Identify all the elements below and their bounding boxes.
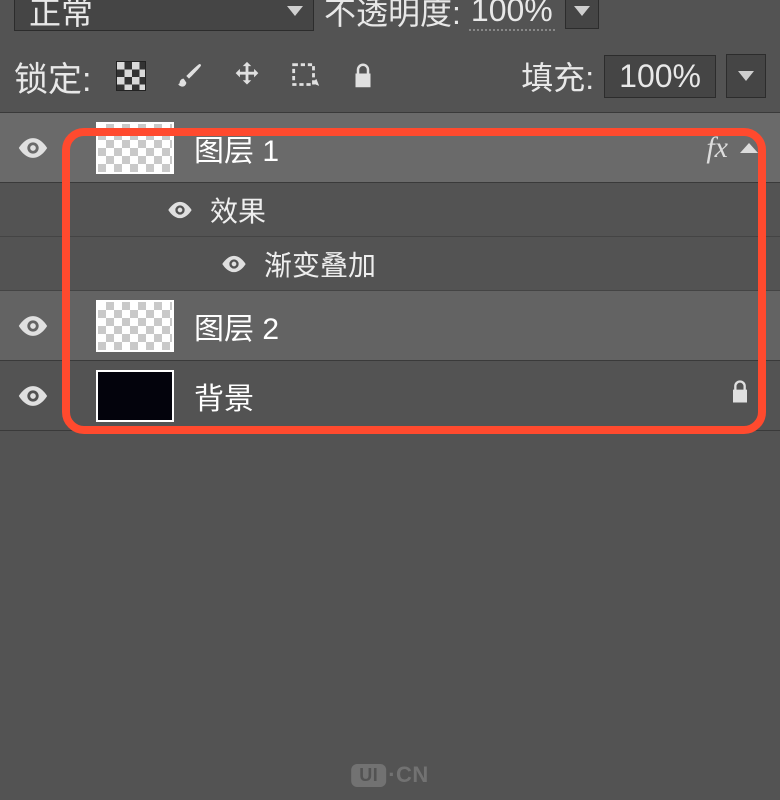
layer-lock-indicator[interactable]: [726, 378, 754, 414]
layer-row[interactable]: 图层 2: [0, 291, 780, 361]
layer-thumbnail[interactable]: [96, 300, 174, 352]
layer-name[interactable]: 图层 1: [194, 126, 706, 170]
lock-transparent-button[interactable]: [113, 58, 149, 94]
opacity-label: 不透明度:: [324, 0, 461, 34]
layer-row[interactable]: 图层 1 fx: [0, 113, 780, 183]
brush-icon: [173, 60, 205, 92]
fill-stepper[interactable]: [726, 54, 766, 98]
lock-image-button[interactable]: [171, 58, 207, 94]
fx-badge[interactable]: fx: [706, 131, 728, 165]
layer-row[interactable]: 背景: [0, 361, 780, 431]
layer-name[interactable]: 图层 2: [194, 304, 780, 348]
layer-thumbnail[interactable]: [96, 122, 174, 174]
lock-icon: [348, 61, 378, 91]
eye-icon: [16, 131, 50, 165]
layers-panel: 正常 不透明度: 100% 锁定: 填充:: [0, 0, 780, 800]
opacity-stepper[interactable]: [565, 0, 599, 29]
fill-value[interactable]: 100%: [604, 55, 716, 98]
lock-label: 锁定:: [14, 52, 91, 101]
move-icon: [230, 59, 264, 93]
effects-label: 效果: [210, 190, 266, 230]
visibility-toggle[interactable]: [0, 131, 66, 165]
eye-icon: [16, 309, 50, 343]
lock-artboard-button[interactable]: [287, 58, 323, 94]
chevron-down-icon: [574, 6, 590, 16]
chevron-down-icon: [287, 6, 303, 16]
eye-icon: [16, 379, 50, 413]
blend-mode-value: 正常: [29, 0, 93, 34]
visibility-toggle[interactable]: [0, 309, 66, 343]
fill-section: 填充: 100%: [521, 53, 766, 99]
lock-icon: [726, 378, 754, 406]
layer-list: 图层 1 fx 效果 渐变叠加 图层 2: [0, 112, 780, 431]
checker-icon: [116, 61, 146, 91]
eye-icon[interactable]: [166, 196, 194, 224]
lock-position-button[interactable]: [229, 58, 265, 94]
effects-header-row[interactable]: 效果: [0, 183, 780, 237]
layer-name[interactable]: 背景: [194, 374, 726, 418]
blend-mode-dropdown[interactable]: 正常: [14, 0, 314, 31]
lock-all-button[interactable]: [345, 58, 381, 94]
opacity-section: 不透明度: 100%: [324, 0, 555, 34]
lock-row: 锁定: 填充: 100%: [0, 42, 780, 112]
eye-icon[interactable]: [220, 250, 248, 278]
blend-opacity-row: 正常 不透明度: 100%: [0, 0, 780, 42]
visibility-toggle[interactable]: [0, 379, 66, 413]
fill-label: 填充:: [521, 53, 594, 99]
effect-item-label: 渐变叠加: [264, 244, 376, 284]
watermark: UI·CN: [351, 762, 429, 788]
artboard-icon: [288, 59, 322, 93]
opacity-value[interactable]: 100%: [469, 0, 555, 31]
chevron-up-icon[interactable]: [740, 143, 758, 153]
layer-thumbnail[interactable]: [96, 370, 174, 422]
effect-item-row[interactable]: 渐变叠加: [0, 237, 780, 291]
chevron-down-icon: [738, 71, 754, 81]
